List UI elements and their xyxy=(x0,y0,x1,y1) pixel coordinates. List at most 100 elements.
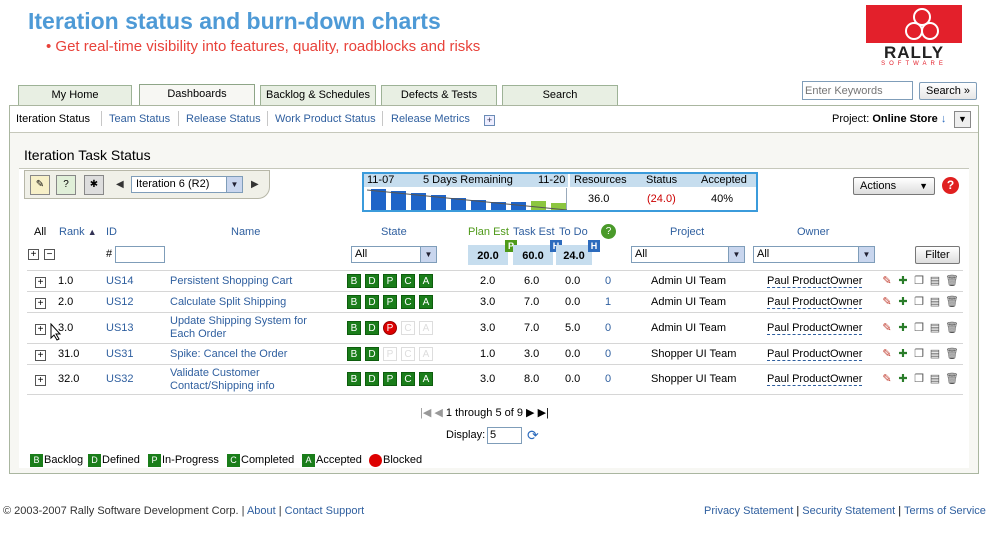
state-box-c[interactable]: C xyxy=(401,347,415,361)
filter-button[interactable]: Filter xyxy=(915,246,960,264)
id-filter-input[interactable] xyxy=(115,246,165,263)
privacy-link[interactable]: Privacy Statement xyxy=(704,505,793,517)
delete-icon[interactable]: 🗑 xyxy=(945,296,959,308)
burndown-chart[interactable] xyxy=(367,188,567,210)
owner-value[interactable]: Paul ProductOwner xyxy=(767,348,863,361)
story-id-link[interactable]: US32 xyxy=(106,373,134,385)
owner-value[interactable]: Paul ProductOwner xyxy=(767,322,863,335)
column-owner[interactable]: Owner xyxy=(797,226,829,238)
column-name[interactable]: Name xyxy=(231,226,260,238)
state-box-b[interactable]: B xyxy=(347,372,361,386)
state-box-c[interactable]: C xyxy=(401,372,415,386)
delete-icon[interactable]: 🗑 xyxy=(945,275,959,287)
previous-iteration-icon[interactable]: ◀ xyxy=(116,179,124,190)
tab-backlog-schedules[interactable]: Backlog & Schedules xyxy=(260,85,376,105)
expand-row-icon[interactable]: + xyxy=(35,277,46,288)
story-name-link[interactable]: Contact/Shipping info xyxy=(170,380,275,392)
state-box-p[interactable]: P xyxy=(383,372,397,386)
tab-my-home[interactable]: My Home xyxy=(18,85,132,105)
terms-link[interactable]: Terms of Service xyxy=(904,505,986,517)
story-id-link[interactable]: US12 xyxy=(106,296,134,308)
add-task-icon[interactable]: ✚ xyxy=(897,348,909,360)
prev-page-icon[interactable]: ◀ xyxy=(434,407,442,419)
expand-all-icon[interactable]: + xyxy=(28,249,39,260)
state-box-p[interactable]: P xyxy=(383,321,397,335)
details-icon[interactable]: ▤ xyxy=(929,373,941,385)
search-button[interactable]: Search » xyxy=(919,82,977,100)
state-box-c[interactable]: C xyxy=(401,295,415,309)
defect-count-link[interactable]: 0 xyxy=(605,373,611,385)
state-box-p[interactable]: P xyxy=(383,274,397,288)
actions-dropdown[interactable]: Actions ▼ xyxy=(853,177,935,195)
story-id-link[interactable]: US31 xyxy=(106,348,134,360)
details-icon[interactable]: ▤ xyxy=(929,275,941,287)
add-subtab-icon[interactable]: + xyxy=(484,115,495,126)
expand-row-icon[interactable]: + xyxy=(35,298,46,309)
copy-icon[interactable]: ❐ xyxy=(913,322,925,334)
defect-count-link[interactable]: 0 xyxy=(605,322,611,334)
column-plan-est[interactable]: Plan Est xyxy=(468,226,509,238)
expand-row-icon[interactable]: + xyxy=(35,350,46,361)
story-name-link[interactable]: Update Shipping System for xyxy=(170,315,307,327)
about-link[interactable]: About xyxy=(247,505,276,517)
expand-row-icon[interactable]: + xyxy=(35,324,46,335)
state-box-d[interactable]: D xyxy=(365,295,379,309)
state-box-a[interactable]: A xyxy=(419,347,433,361)
state-box-b[interactable]: B xyxy=(347,295,361,309)
owner-value[interactable]: Paul ProductOwner xyxy=(767,296,863,309)
story-name-link[interactable]: Persistent Shopping Cart xyxy=(170,275,292,287)
column-task-est[interactable]: Task Est xyxy=(513,226,555,238)
story-name-link[interactable]: Validate Customer xyxy=(170,367,260,379)
state-box-d[interactable]: D xyxy=(365,347,379,361)
state-box-d[interactable]: D xyxy=(365,372,379,386)
tab-search[interactable]: Search xyxy=(502,85,618,105)
owner-filter-select[interactable]: All ▼ xyxy=(753,246,875,263)
owner-value[interactable]: Paul ProductOwner xyxy=(767,373,863,386)
subnav-release-metrics[interactable]: Release Metrics xyxy=(391,113,470,125)
add-task-icon[interactable]: ✚ xyxy=(897,296,909,308)
subnav-release-status[interactable]: Release Status xyxy=(186,113,261,125)
state-filter-select[interactable]: All ▼ xyxy=(351,246,437,263)
state-box-d[interactable]: D xyxy=(365,274,379,288)
defect-filter-icon[interactable]: ✱ xyxy=(84,175,104,195)
subnav-work-product-status[interactable]: Work Product Status xyxy=(275,113,376,125)
state-box-b[interactable]: B xyxy=(347,347,361,361)
project-dropdown-icon[interactable]: ▼ xyxy=(954,111,971,128)
delete-icon[interactable]: 🗑 xyxy=(945,348,959,360)
iteration-select[interactable]: Iteration 6 (R2) ▼ xyxy=(131,176,243,193)
add-task-icon[interactable]: ✚ xyxy=(897,322,909,334)
subnav-team-status[interactable]: Team Status xyxy=(109,113,170,125)
story-name-link[interactable]: Each Order xyxy=(170,328,226,340)
defect-count-link[interactable]: 0 xyxy=(605,275,611,287)
collapse-all-icon[interactable]: − xyxy=(44,249,55,260)
edit-icon[interactable]: ✎ xyxy=(881,348,893,360)
add-task-icon[interactable]: ✚ xyxy=(897,373,909,385)
contact-support-link[interactable]: Contact Support xyxy=(285,505,365,517)
state-box-a[interactable]: A xyxy=(419,321,433,335)
state-box-b[interactable]: B xyxy=(347,321,361,335)
details-icon[interactable]: ▤ xyxy=(929,348,941,360)
last-page-icon[interactable]: ▶| xyxy=(538,407,549,419)
state-box-c[interactable]: C xyxy=(401,274,415,288)
display-count-input[interactable]: 5 xyxy=(487,427,522,444)
state-box-b[interactable]: B xyxy=(347,274,361,288)
delete-icon[interactable]: 🗑 xyxy=(945,373,959,385)
subnav-iteration-status[interactable]: Iteration Status xyxy=(16,113,90,125)
column-state[interactable]: State xyxy=(381,226,407,238)
keyword-search-input[interactable] xyxy=(802,81,913,100)
project-filter-select[interactable]: All ▼ xyxy=(631,246,745,263)
expand-row-icon[interactable]: + xyxy=(35,375,46,386)
edit-icon[interactable]: ✎ xyxy=(881,373,893,385)
project-selector[interactable]: Project: Online Store ↓ xyxy=(832,113,946,125)
edit-icon[interactable]: ✎ xyxy=(881,296,893,308)
next-iteration-icon[interactable]: ▶ xyxy=(251,179,259,190)
state-box-a[interactable]: A xyxy=(419,274,433,288)
security-link[interactable]: Security Statement xyxy=(802,505,895,517)
details-icon[interactable]: ▤ xyxy=(929,296,941,308)
user-story-filter-icon[interactable]: ✎ xyxy=(30,175,50,195)
column-id[interactable]: ID xyxy=(106,226,117,238)
column-rank[interactable]: Rank ▲ xyxy=(59,226,97,238)
state-box-p[interactable]: P xyxy=(383,347,397,361)
story-id-link[interactable]: US13 xyxy=(106,322,134,334)
column-project[interactable]: Project xyxy=(670,226,704,238)
